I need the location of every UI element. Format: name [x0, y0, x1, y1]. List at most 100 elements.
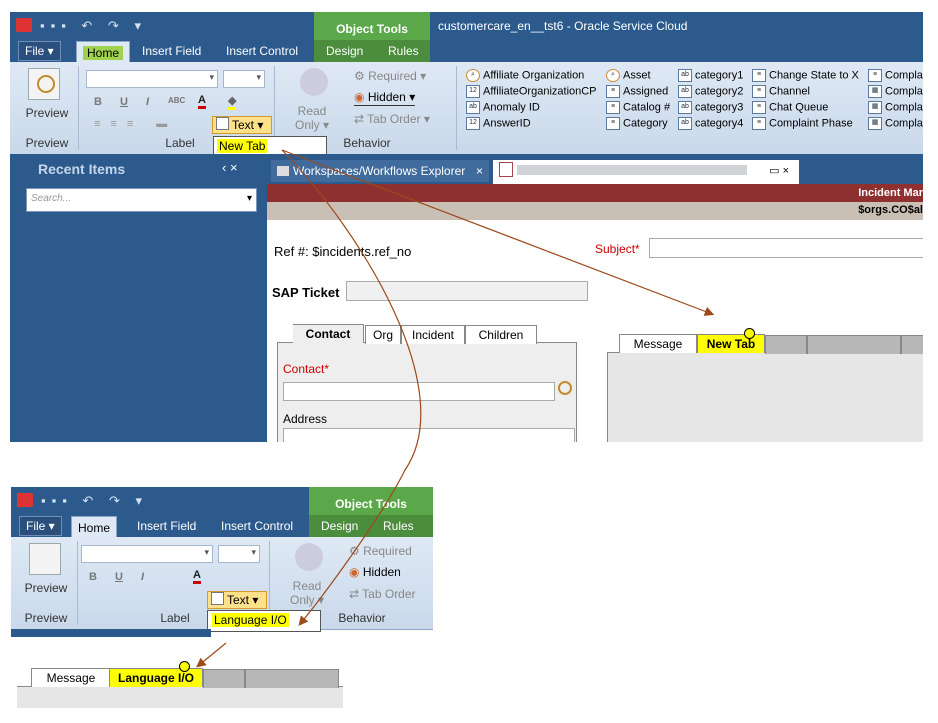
tab-rules-2[interactable]: Rules [377, 515, 420, 537]
label-edit-box-2[interactable]: Language I/O [207, 610, 321, 632]
hidden-button[interactable]: ◉ Hidden ▾ [354, 90, 416, 106]
read-only-icon[interactable] [300, 68, 328, 96]
tab-insert-control-2[interactable]: Insert Control [215, 515, 299, 537]
ref-number-label: Ref #: $incidents.ref_no [274, 244, 412, 259]
field-assigned[interactable]: ≡ Assigned [606, 85, 668, 98]
contact-search-icon[interactable] [558, 381, 572, 395]
font-color-icon[interactable]: A [198, 94, 206, 109]
tab-contact[interactable]: Contact [293, 324, 364, 343]
preview-icon-2[interactable] [29, 543, 61, 575]
panel-controls[interactable]: ‹ × [222, 160, 238, 175]
tab-new-tab[interactable]: New Tab [697, 334, 765, 353]
tab-order-button-2[interactable]: ⇄ Tab Order [349, 587, 416, 601]
address-input[interactable] [283, 428, 575, 442]
preview-button-2[interactable]: Preview [19, 581, 73, 595]
field-complaint-phase[interactable]: ≡ Complaint Phase [752, 117, 853, 130]
tab-blurred-3[interactable] [901, 335, 923, 354]
font-name-combo[interactable] [86, 70, 218, 88]
field-compla-2[interactable]: ▦ Compla [868, 85, 923, 98]
tab-order-button[interactable]: ⇄ Tab Order ▾ [354, 112, 430, 126]
tab-insert-field-2[interactable]: Insert Field [131, 515, 202, 537]
tab-org[interactable]: Org [365, 325, 401, 344]
bold-icon-2[interactable]: B [89, 571, 97, 583]
strikethrough-icon[interactable]: ABC [168, 96, 185, 105]
field-category1[interactable]: ab category1 [678, 69, 743, 82]
contact-label: Contact* [283, 362, 330, 376]
field-anomaly-id[interactable]: ab Anomaly ID [466, 101, 540, 114]
subject-input[interactable] [649, 238, 923, 258]
field-category3[interactable]: ab category3 [678, 101, 743, 114]
underline-icon-2[interactable]: U [115, 571, 123, 583]
field-change-state[interactable]: ≡ Change State to X [752, 69, 859, 82]
field-category2[interactable]: ab category2 [678, 85, 743, 98]
preview-group-label: Preview [25, 136, 69, 150]
tab-insert-field[interactable]: Insert Field [136, 40, 207, 62]
tab-children[interactable]: Children [465, 325, 537, 344]
tab-design-2[interactable]: Design [315, 515, 364, 537]
field-category[interactable]: ≡ Category [606, 117, 668, 130]
contact-input[interactable] [283, 382, 555, 401]
search-dropdown-icon[interactable]: ▾ [247, 193, 252, 204]
tab-blurred-5[interactable] [245, 669, 339, 688]
title-bar: ▪▪▪ ↶ ↷ ▾ customercare_en__tst6 - Oracle… [10, 12, 923, 40]
hidden-button-2[interactable]: ◉ Hidden [349, 565, 401, 579]
contact-tabset: Contact Org Incident Children Contact* A… [277, 324, 577, 442]
tab-workspaces-explorer[interactable]: Workspaces/Workflows Explorer × [271, 160, 489, 182]
tab-insert-control[interactable]: Insert Control [220, 40, 304, 62]
tab-home-2[interactable]: Home [71, 516, 118, 539]
text-dropdown-button-2[interactable]: Text ▾ [207, 591, 267, 609]
field-compla-4[interactable]: ▦ Compla [868, 117, 923, 130]
search-input[interactable]: Search... ▾ [26, 188, 257, 212]
tab-incident-workspace[interactable]: ▭ × [493, 160, 799, 184]
tab-settings-icon-2[interactable] [179, 661, 190, 672]
field-asset[interactable]: ⌕ Asset [606, 69, 651, 82]
field-chat-queue[interactable]: ≡ Chat Queue [752, 101, 828, 114]
sap-ticket-input[interactable] [346, 281, 588, 301]
oracle-logo-icon[interactable] [16, 18, 32, 32]
tab-language-io[interactable]: Language I/O [109, 668, 203, 687]
field-affiliateorganizationcp[interactable]: 12 AffiliateOrganizationCP [466, 85, 597, 98]
tab-home[interactable]: Home [76, 41, 131, 64]
font-size-combo[interactable] [223, 70, 265, 88]
preview-icon[interactable] [28, 68, 60, 100]
preview-button[interactable]: Preview [20, 106, 74, 120]
italic-icon[interactable]: I [146, 96, 149, 108]
read-only-icon-2[interactable] [295, 543, 323, 571]
field-compla-1[interactable]: ≡ Compla [868, 69, 923, 82]
form-header-bar: Incident Mar $orgs.CO$al [267, 184, 923, 220]
italic-icon-2[interactable]: I [141, 571, 144, 583]
tab-message-2[interactable]: Message [31, 668, 111, 687]
tab-blurred-4[interactable] [203, 669, 245, 688]
tab-blurred-1[interactable] [765, 335, 807, 354]
font-color-icon-2[interactable]: A [193, 569, 201, 584]
field-compla-3[interactable]: ▦ Compla [868, 101, 923, 114]
tab-settings-icon[interactable] [744, 328, 755, 339]
field-answerid[interactable]: 12 AnswerID [466, 117, 531, 130]
font-size-combo-2[interactable] [218, 545, 260, 563]
required-button-2[interactable]: ⚙ Required [349, 544, 412, 558]
object-tools-header: Object Tools [314, 12, 430, 40]
tab-incident[interactable]: Incident [401, 325, 465, 344]
restore-close-icon[interactable]: ▭ × [769, 160, 789, 182]
fill-color-icon[interactable]: ◆ [228, 94, 237, 110]
file-menu-button[interactable]: File ▾ [18, 41, 61, 61]
align-icons[interactable]: ≡≡≡ ▬ [94, 118, 177, 130]
field-catalog[interactable]: ≡ Catalog # [606, 101, 670, 114]
bold-icon[interactable]: B [94, 96, 102, 108]
text-dropdown-button[interactable]: Text ▾ [212, 116, 272, 134]
tab-blurred-2[interactable] [807, 335, 901, 354]
tab-message[interactable]: Message [619, 334, 697, 353]
font-name-combo-2[interactable] [81, 545, 213, 563]
read-only-button[interactable]: Read Only ▾ [288, 104, 336, 132]
field-affiliate-organization[interactable]: ⌕ Affiliate Organization [466, 69, 584, 82]
field-channel[interactable]: ≡ Channel [752, 85, 810, 98]
tab-design[interactable]: Design [320, 40, 369, 62]
field-category4[interactable]: ab category4 [678, 117, 743, 130]
required-button[interactable]: ⚙ Required ▾ [354, 69, 426, 83]
close-icon[interactable]: × [476, 160, 483, 182]
oracle-logo-icon-2[interactable] [17, 493, 33, 507]
underline-icon[interactable]: U [120, 96, 128, 108]
read-only-button-2[interactable]: Read Only ▾ [283, 579, 331, 607]
file-menu-button-2[interactable]: File ▾ [19, 516, 62, 536]
tab-rules[interactable]: Rules [382, 40, 425, 62]
